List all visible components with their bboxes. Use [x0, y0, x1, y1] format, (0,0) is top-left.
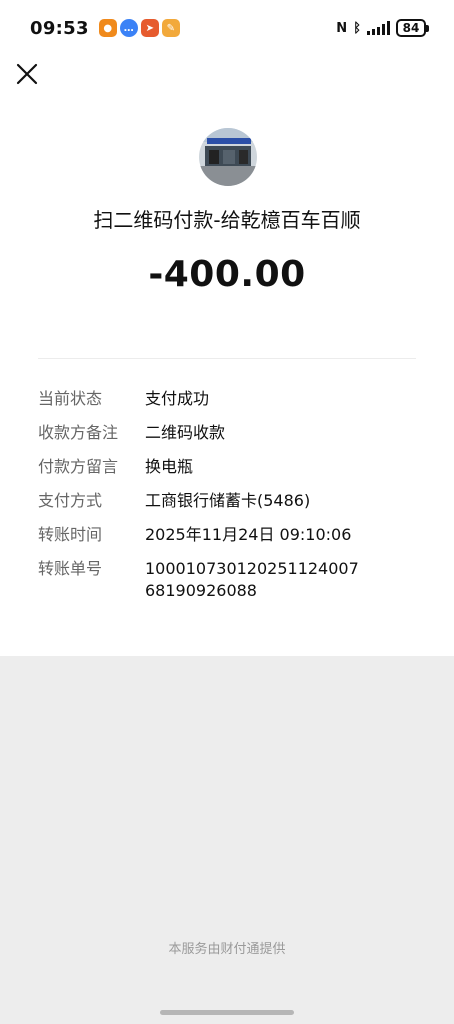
- payment-details-list: 当前状态 支付成功 收款方备注 二维码收款 付款方留言 换电瓶 支付方式 工商银…: [38, 388, 418, 614]
- system-status-icons: N ᛒ 84: [336, 19, 429, 37]
- detail-label: 转账单号: [38, 559, 103, 578]
- app-notification-icon: ●: [98, 19, 117, 37]
- payment-amount: -400.00: [148, 254, 306, 295]
- merchant-avatar: [199, 128, 257, 186]
- detail-row-transfer-time: 转账时间 2025年11月24日 09:10:06: [38, 524, 418, 546]
- detail-value: 10001073012025112400768190926088: [145, 559, 359, 600]
- detail-value: 换电瓶: [145, 457, 194, 476]
- detail-label: 收款方备注: [38, 423, 119, 442]
- payment-title: 扫二维码付款-给乾檍百车百顺: [93, 208, 361, 232]
- detail-label: 当前状态: [38, 389, 103, 408]
- service-provider-footer: 本服务由财付通提供: [168, 942, 286, 957]
- close-button[interactable]: [14, 61, 40, 87]
- detail-row-status: 当前状态 支付成功: [38, 388, 418, 410]
- notification-icons: ● … ➤ ✎: [98, 19, 180, 37]
- detail-value: 支付成功: [145, 389, 210, 408]
- payment-detail-card: 扫二维码付款-给乾檍百车百顺 -400.00 当前状态 支付成功 收款方备注 二…: [0, 96, 454, 656]
- detail-value: 2025年11月24日 09:10:06: [145, 525, 352, 544]
- detail-row-payer-message: 付款方留言 换电瓶: [38, 456, 418, 478]
- status-time: 09:53: [30, 17, 89, 39]
- detail-label: 付款方留言: [38, 457, 119, 476]
- detail-value: 二维码收款: [145, 423, 226, 442]
- bluetooth-icon: ᛒ: [353, 20, 361, 36]
- status-bar: 09:53 ● … ➤ ✎ N ᛒ 84: [0, 0, 454, 56]
- detail-label: 支付方式: [38, 491, 103, 510]
- merchant-storefront-image: [199, 128, 257, 186]
- detail-row-transfer-id: 转账单号 10001073012025112400768190926088: [38, 558, 418, 602]
- app-notification-icon: ✎: [161, 19, 180, 37]
- detail-value: 工商银行储蓄卡(5486): [145, 491, 311, 510]
- detail-row-payee-note: 收款方备注 二维码收款: [38, 422, 418, 444]
- battery-level: 84: [402, 21, 420, 35]
- nfc-icon: N: [336, 20, 348, 36]
- detail-row-payment-method: 支付方式 工商银行储蓄卡(5486): [38, 490, 418, 512]
- top-bar: [0, 56, 454, 96]
- cellular-signal-icon: [367, 21, 390, 35]
- send-notification-icon: ➤: [140, 19, 159, 37]
- payment-detail-screen: 09:53 ● … ➤ ✎ N ᛒ 84 扫二维码付款-给乾檍百车百顺 -400…: [0, 0, 454, 1024]
- detail-label: 转账时间: [38, 525, 103, 544]
- divider: [38, 358, 416, 359]
- home-indicator[interactable]: [160, 1010, 294, 1015]
- message-notification-icon: …: [119, 19, 138, 37]
- close-icon: [16, 63, 38, 85]
- battery-icon: 84: [396, 19, 429, 37]
